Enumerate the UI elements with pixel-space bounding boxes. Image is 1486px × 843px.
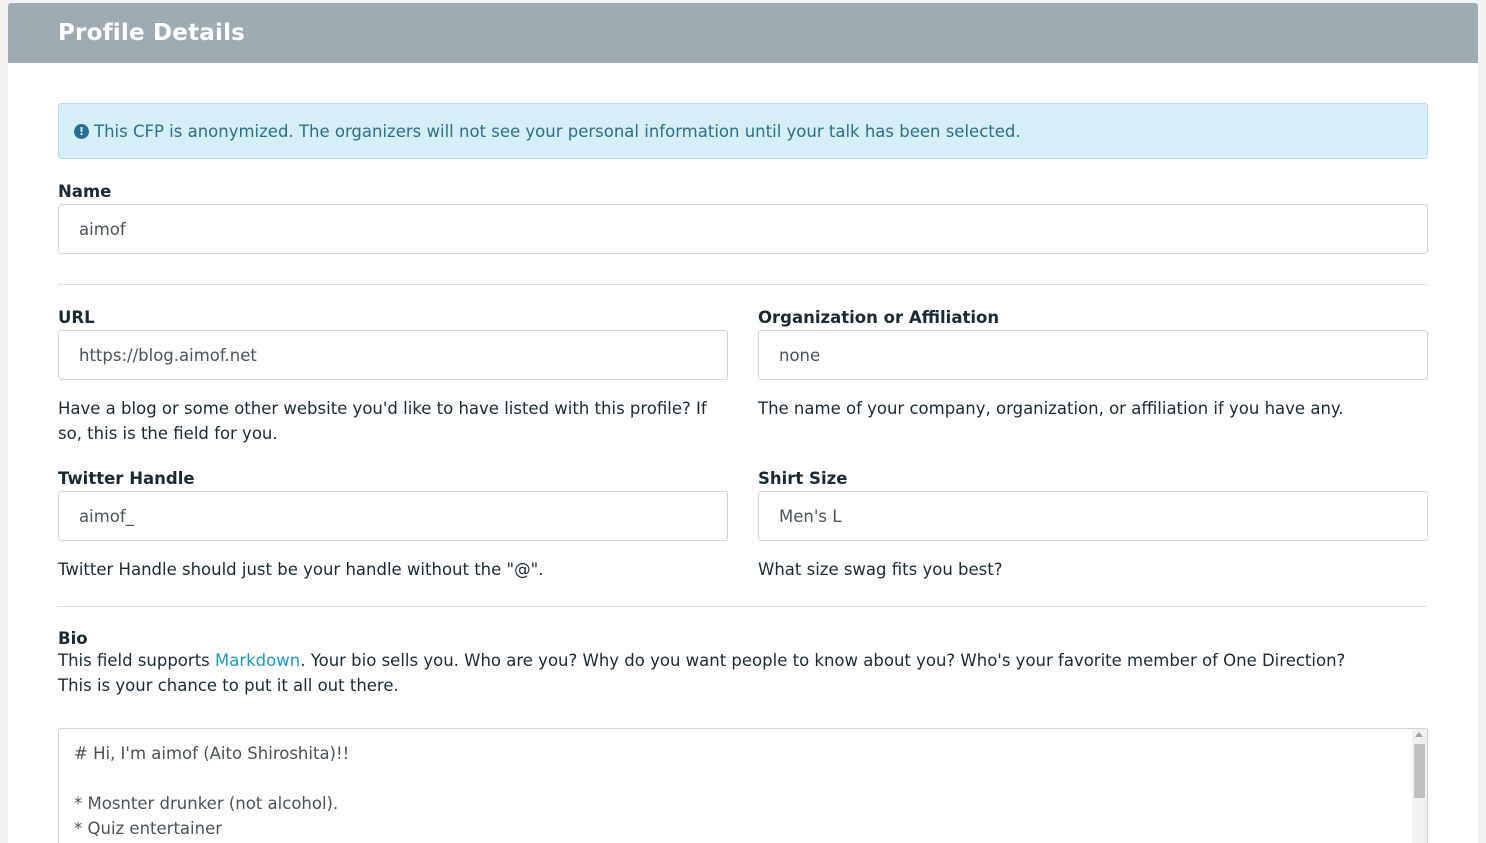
profile-details-panel: Profile Details ! This CFP is anonymized… — [8, 3, 1478, 843]
exclamation-circle-icon: ! — [74, 123, 89, 139]
url-input[interactable] — [58, 330, 728, 380]
url-group: URL Have a blog or some other website yo… — [58, 308, 728, 446]
scroll-up-icon[interactable] — [1415, 732, 1423, 737]
twitter-input[interactable] — [58, 491, 728, 541]
twitter-shirt-row: Twitter Handle Twitter Handle should jus… — [58, 469, 1428, 582]
bio-textarea[interactable]: # Hi, I'm aimof (Aito Shiroshita)!! * Mo… — [58, 728, 1428, 843]
panel-body: ! This CFP is anonymized. The organizers… — [8, 63, 1478, 843]
twitter-label: Twitter Handle — [58, 469, 195, 488]
organization-help: The name of your company, organization, … — [758, 399, 1344, 418]
url-label: URL — [58, 308, 95, 327]
shirt-size-input[interactable] — [758, 491, 1428, 541]
shirt-group: Shirt Size What size swag fits you best? — [758, 469, 1428, 582]
bio-textarea-content[interactable]: # Hi, I'm aimof (Aito Shiroshita)!! * Mo… — [59, 729, 1427, 843]
shirt-label: Shirt Size — [758, 469, 848, 488]
scroll-thumb[interactable] — [1414, 744, 1425, 798]
panel-header: Profile Details — [8, 3, 1478, 63]
twitter-help: Twitter Handle should just be your handl… — [58, 560, 544, 579]
shirt-help: What size swag fits you best? — [758, 560, 1003, 579]
bio-help-line2: This is your chance to put it all out th… — [58, 676, 399, 695]
url-help: Have a blog or some other website you'd … — [58, 399, 707, 443]
name-label: Name — [58, 182, 112, 201]
bio-help-prefix: This field supports — [58, 651, 215, 670]
bio-help: This field supports Markdown. Your bio s… — [58, 648, 1428, 698]
panel-title: Profile Details — [58, 20, 246, 46]
bio-help-suffix: . Your bio sells you. Who are you? Why d… — [300, 651, 1346, 670]
name-input[interactable] — [58, 204, 1428, 254]
bio-group: Bio This field supports Markdown. Your b… — [58, 629, 1428, 843]
bio-label: Bio — [58, 629, 88, 648]
divider — [58, 284, 1428, 285]
markdown-link[interactable]: Markdown — [215, 651, 300, 670]
divider — [58, 606, 1428, 607]
anonymized-alert: ! This CFP is anonymized. The organizers… — [58, 103, 1428, 159]
alert-text: This CFP is anonymized. The organizers w… — [94, 121, 1021, 141]
organization-input[interactable] — [758, 330, 1428, 380]
url-org-row: URL Have a blog or some other website yo… — [58, 308, 1428, 446]
textarea-scrollbar[interactable] — [1412, 729, 1427, 843]
twitter-group: Twitter Handle Twitter Handle should jus… — [58, 469, 728, 582]
organization-label: Organization or Affiliation — [758, 308, 1000, 327]
name-group: Name — [58, 182, 1428, 254]
organization-group: Organization or Affiliation The name of … — [758, 308, 1428, 446]
